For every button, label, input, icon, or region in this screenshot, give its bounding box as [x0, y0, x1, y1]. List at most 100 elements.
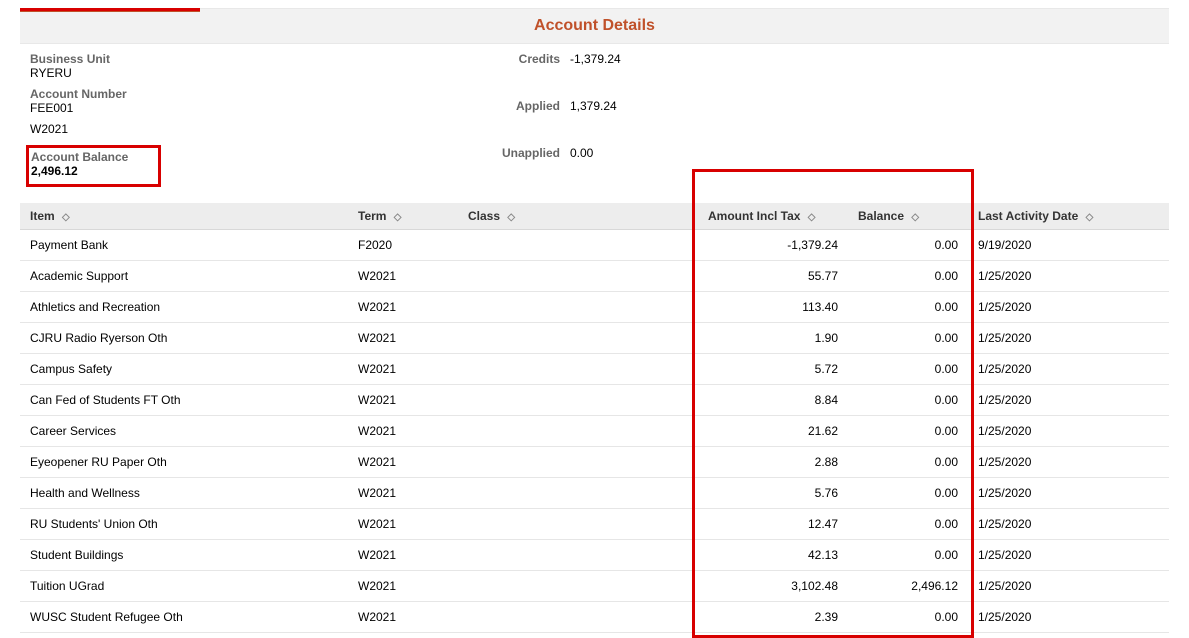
cell-item: Athletics and Recreation [20, 292, 348, 323]
col-header-term[interactable]: Term ◇ [348, 203, 458, 230]
cell-item: Campus Safety [20, 354, 348, 385]
cell-amount: 21.62 [698, 416, 848, 447]
cell-item: Can Fed of Students FT Oth [20, 385, 348, 416]
cell-amount: 5.72 [698, 354, 848, 385]
cell-class [458, 292, 698, 323]
cell-term: W2021 [348, 571, 458, 602]
cell-amount: 8.84 [698, 385, 848, 416]
credits-value: -1,379.24 [570, 52, 650, 95]
col-header-balance-label: Balance [858, 209, 904, 223]
cell-amount: 113.40 [698, 292, 848, 323]
cell-class [458, 602, 698, 633]
cell-balance: 0.00 [848, 478, 968, 509]
account-info-left: Business Unit RYERU Account Number FEE00… [30, 52, 490, 189]
cell-item: Career Services [20, 416, 348, 447]
table-row[interactable]: Career ServicesW202121.620.001/25/2020 [20, 416, 1169, 447]
cell-date: 1/25/2020 [968, 540, 1169, 571]
cell-balance: 0.00 [848, 540, 968, 571]
table-row[interactable]: Student BuildingsW2021 42.130.001/25/2020 [20, 540, 1169, 571]
table-row[interactable]: Campus SafetyW20215.720.001/25/2020 [20, 354, 1169, 385]
cell-class [458, 385, 698, 416]
col-header-term-label: Term [358, 209, 386, 223]
cell-balance: 0.00 [848, 509, 968, 540]
table-row[interactable]: Eyeopener RU Paper OthW20212.880.001/25/… [20, 447, 1169, 478]
cell-term: W2021 [348, 385, 458, 416]
cell-balance: 0.00 [848, 385, 968, 416]
table-row[interactable]: CJRU Radio Ryerson OthW20211.900.001/25/… [20, 323, 1169, 354]
cell-amount: -1,379.24 [698, 230, 848, 261]
cell-class [458, 416, 698, 447]
applied-value: 1,379.24 [570, 99, 650, 142]
table-row[interactable]: Tuition UGradW2021 3,102.482,496.121/25/2… [20, 571, 1169, 602]
col-header-date[interactable]: Last Activity Date ◇ [968, 203, 1169, 230]
title-bar: Account Details [20, 8, 1169, 44]
cell-balance: 0.00 [848, 447, 968, 478]
cell-term: W2021 [348, 540, 458, 571]
cell-date: 1/25/2020 [968, 602, 1169, 633]
col-header-item-label: Item [30, 209, 55, 223]
cell-amount: 55.77 [698, 261, 848, 292]
col-header-amount-label: Amount Incl Tax [708, 209, 800, 223]
cell-date: 9/19/2020 [968, 230, 1169, 261]
cell-date: 1/25/2020 [968, 478, 1169, 509]
sort-icon: ◇ [394, 212, 402, 223]
orange-top-accent [20, 11, 200, 12]
cell-amount: 1.90 [698, 323, 848, 354]
sort-icon: ◇ [62, 212, 70, 223]
cell-class [458, 478, 698, 509]
cell-date: 1/25/2020 [968, 292, 1169, 323]
cell-class [458, 261, 698, 292]
col-header-class[interactable]: Class ◇ [458, 203, 698, 230]
col-header-balance[interactable]: Balance ◇ [848, 203, 968, 230]
transactions-table: Item ◇ Term ◇ Class ◇ Amount Incl Tax ◇ [20, 203, 1169, 633]
cell-amount: 2.39 [698, 602, 848, 633]
cell-balance: 0.00 [848, 230, 968, 261]
cell-item: CJRU Radio Ryerson Oth [20, 323, 348, 354]
page-title: Account Details [20, 17, 1169, 35]
cell-balance: 0.00 [848, 416, 968, 447]
cell-class [458, 447, 698, 478]
cell-date: 1/25/2020 [968, 509, 1169, 540]
account-balance-value: 2,496.12 [31, 164, 128, 178]
cell-item: Eyeopener RU Paper Oth [20, 447, 348, 478]
cell-item: Student Buildings [20, 540, 348, 571]
cell-term: W2021 [348, 416, 458, 447]
table-row[interactable]: Health and WellnessW20215.760.001/25/202… [20, 478, 1169, 509]
table-row[interactable]: Athletics and RecreationW2021 113.400.001… [20, 292, 1169, 323]
applied-label: Applied [490, 99, 560, 142]
col-header-class-label: Class [468, 209, 500, 223]
page: Account Details Business Unit RYERU Acco… [0, 8, 1189, 633]
cell-item: Tuition UGrad [20, 571, 348, 602]
table-row[interactable]: Academic SupportW202155.770.001/25/2020 [20, 261, 1169, 292]
cell-term: W2021 [348, 602, 458, 633]
cell-amount: 42.13 [698, 540, 848, 571]
cell-class [458, 323, 698, 354]
col-header-amount[interactable]: Amount Incl Tax ◇ [698, 203, 848, 230]
cell-term: W2021 [348, 447, 458, 478]
cell-term: W2021 [348, 292, 458, 323]
cell-date: 1/25/2020 [968, 385, 1169, 416]
cell-balance: 2,496.12 [848, 571, 968, 602]
cell-class [458, 540, 698, 571]
cell-class [458, 354, 698, 385]
cell-amount: 3,102.48 [698, 571, 848, 602]
cell-date: 1/25/2020 [968, 571, 1169, 602]
unapplied-value: 0.00 [570, 146, 650, 189]
cell-item: RU Students' Union Oth [20, 509, 348, 540]
cell-amount: 12.47 [698, 509, 848, 540]
cell-date: 1/25/2020 [968, 261, 1169, 292]
col-header-item[interactable]: Item ◇ [20, 203, 348, 230]
table-row[interactable]: RU Students' Union OthW202112.470.001/25… [20, 509, 1169, 540]
unapplied-label: Unapplied [490, 146, 560, 189]
cell-term: W2021 [348, 323, 458, 354]
col-header-date-label: Last Activity Date [978, 209, 1078, 223]
table-row[interactable]: Can Fed of Students FT OthW2021 8.840.001… [20, 385, 1169, 416]
cell-term: W2021 [348, 478, 458, 509]
table-row[interactable]: Payment BankF2020-1,379.240.009/19/2020 [20, 230, 1169, 261]
table-row[interactable]: WUSC Student Refugee OthW20212.390.001/2… [20, 602, 1169, 633]
cell-date: 1/25/2020 [968, 323, 1169, 354]
cell-class [458, 571, 698, 602]
cell-term: W2021 [348, 354, 458, 385]
cell-balance: 0.00 [848, 292, 968, 323]
account-balance-label: Account Balance [31, 150, 128, 164]
